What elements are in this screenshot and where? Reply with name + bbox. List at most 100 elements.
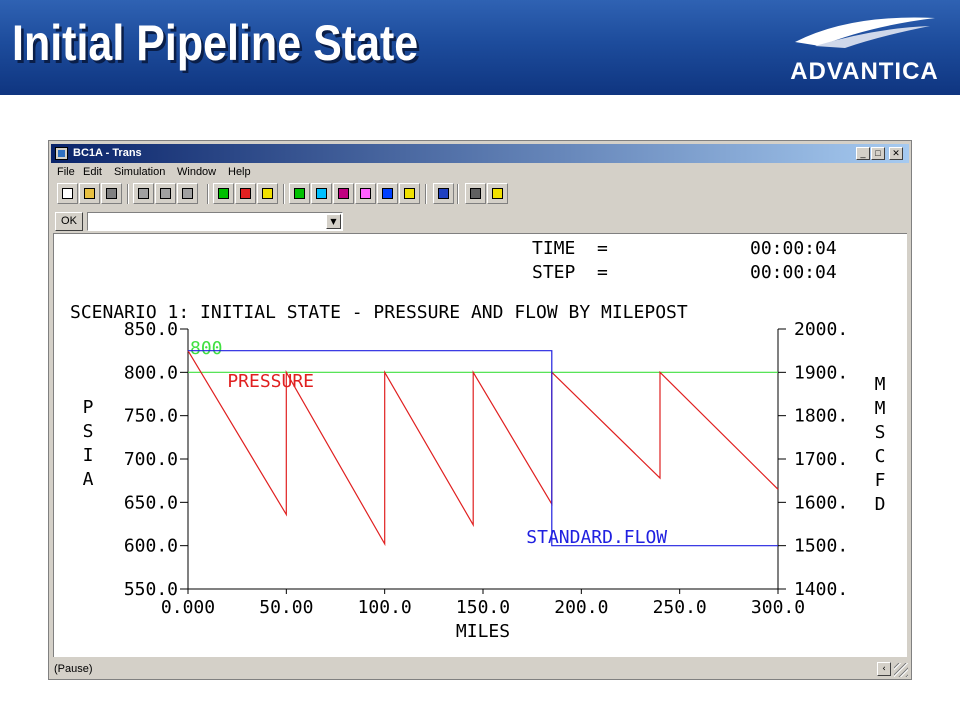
pause-button[interactable] xyxy=(235,183,256,204)
right-tick-label: 1600. xyxy=(794,492,848,513)
right-tick-label: 1900. xyxy=(794,362,848,383)
title-bar[interactable]: BC1A - Trans _ □ ✕ xyxy=(51,144,909,163)
run-icon xyxy=(218,188,229,199)
left-tick-label: 750.0 xyxy=(124,406,178,427)
run-button[interactable] xyxy=(213,183,234,204)
right-axis-label-letter: D xyxy=(875,494,886,515)
step-label: STEP = xyxy=(532,262,608,283)
toolbar-separator xyxy=(283,184,285,204)
table-icon xyxy=(360,188,371,199)
chart-button[interactable] xyxy=(399,183,420,204)
minimize-button[interactable]: _ xyxy=(856,147,870,160)
new-icon xyxy=(62,188,73,199)
x-axis-label: MILES xyxy=(456,621,510,642)
chevron-down-icon[interactable]: ▼ xyxy=(326,214,341,229)
clock-button[interactable] xyxy=(311,183,332,204)
menu-window[interactable]: Window xyxy=(177,166,216,178)
application-window: BC1A - Trans _ □ ✕ File Edit Simulation … xyxy=(48,140,912,680)
window-icon xyxy=(382,188,393,199)
cut-button[interactable] xyxy=(133,183,154,204)
refresh-button[interactable] xyxy=(433,183,454,204)
status-scroll-button[interactable]: ‹ xyxy=(877,662,891,676)
toolbar-separator xyxy=(127,184,129,204)
right-axis-label-letter: F xyxy=(875,470,886,491)
menu-edit[interactable]: Edit xyxy=(83,166,102,178)
left-axis-label-letter: S xyxy=(83,421,94,442)
chart-icon xyxy=(404,188,415,199)
paste-button[interactable] xyxy=(177,183,198,204)
x-tick-label: 300.0 xyxy=(751,597,805,618)
x-tick-label: 0.000 xyxy=(161,597,215,618)
right-axis-label-letter: S xyxy=(875,422,886,443)
menu-simulation[interactable]: Simulation xyxy=(114,166,165,178)
pressure-flow-chart: TIME = 00:00:04 STEP = 00:00:04 SCENARIO… xyxy=(70,238,886,642)
flow-series-label: STANDARD.FLOW xyxy=(526,527,667,548)
close-button[interactable]: ✕ xyxy=(889,147,903,160)
command-input-value xyxy=(88,218,91,231)
open-icon xyxy=(84,188,95,199)
pressure-series-label: PRESSURE xyxy=(227,371,314,392)
clock-icon xyxy=(316,188,327,199)
help-button[interactable] xyxy=(487,183,508,204)
graph-button[interactable] xyxy=(289,183,310,204)
left-axis-label-letter: P xyxy=(83,397,94,418)
left-axis-label-letter: A xyxy=(83,469,94,490)
ok-button[interactable]: OK xyxy=(55,212,83,231)
right-tick-label: 2000. xyxy=(794,319,848,340)
open-button[interactable] xyxy=(79,183,100,204)
logo-swoosh-icon xyxy=(795,17,935,48)
command-input[interactable]: ▼ xyxy=(87,212,343,231)
slide-header: Initial Pipeline State ADVANTICA xyxy=(0,0,960,95)
toolbar-separator xyxy=(207,184,209,204)
pause-icon xyxy=(240,188,251,199)
menu-file[interactable]: File xyxy=(57,166,75,178)
right-axis-label-letter: M xyxy=(875,374,886,395)
table-button[interactable] xyxy=(355,183,376,204)
left-tick-label: 600.0 xyxy=(124,536,178,557)
status-text: (Pause) xyxy=(54,663,93,675)
x-tick-label: 250.0 xyxy=(653,597,707,618)
menu-help[interactable]: Help xyxy=(228,166,251,178)
step-value: 00:00:04 xyxy=(750,262,837,283)
slide-title: Initial Pipeline State xyxy=(12,15,419,71)
window-title: BC1A - Trans xyxy=(73,147,142,159)
x-tick-label: 50.00 xyxy=(259,597,313,618)
left-tick-label: 850.0 xyxy=(124,319,178,340)
step-icon xyxy=(262,188,273,199)
new-button[interactable] xyxy=(57,183,78,204)
toolbar-separator xyxy=(457,184,459,204)
network-button[interactable] xyxy=(333,183,354,204)
left-tick-label: 650.0 xyxy=(124,492,178,513)
advantica-logo: ADVANTICA xyxy=(782,10,947,88)
maximize-button[interactable]: □ xyxy=(871,147,885,160)
copy-icon xyxy=(160,188,171,199)
left-tick-label: 700.0 xyxy=(124,449,178,470)
save-button[interactable] xyxy=(101,183,122,204)
left-tick-label: 800.0 xyxy=(124,362,178,383)
plot-area: TIME = 00:00:04 STEP = 00:00:04 SCENARIO… xyxy=(53,233,907,657)
time-value: 00:00:04 xyxy=(750,238,837,259)
window-button[interactable] xyxy=(377,183,398,204)
graph-icon xyxy=(294,188,305,199)
toolbar xyxy=(53,183,903,207)
right-axis-label-letter: C xyxy=(875,446,886,467)
left-axis-label-letter: I xyxy=(83,445,94,466)
app-icon[interactable] xyxy=(55,147,68,160)
time-label: TIME = xyxy=(532,238,608,259)
right-tick-label: 1700. xyxy=(794,449,848,470)
logo-text: ADVANTICA xyxy=(790,58,939,85)
copy-button[interactable] xyxy=(155,183,176,204)
right-axis-label-letter: M xyxy=(875,398,886,419)
print-button[interactable] xyxy=(465,183,486,204)
toolbar-separator xyxy=(425,184,427,204)
help-icon xyxy=(492,188,503,199)
cut-icon xyxy=(138,188,149,199)
resize-grip[interactable] xyxy=(894,663,908,677)
right-tick-label: 1800. xyxy=(794,406,848,427)
x-tick-label: 150.0 xyxy=(456,597,510,618)
paste-icon xyxy=(182,188,193,199)
right-tick-label: 1500. xyxy=(794,536,848,557)
x-tick-label: 200.0 xyxy=(554,597,608,618)
step-button[interactable] xyxy=(257,183,278,204)
print-icon xyxy=(470,188,481,199)
